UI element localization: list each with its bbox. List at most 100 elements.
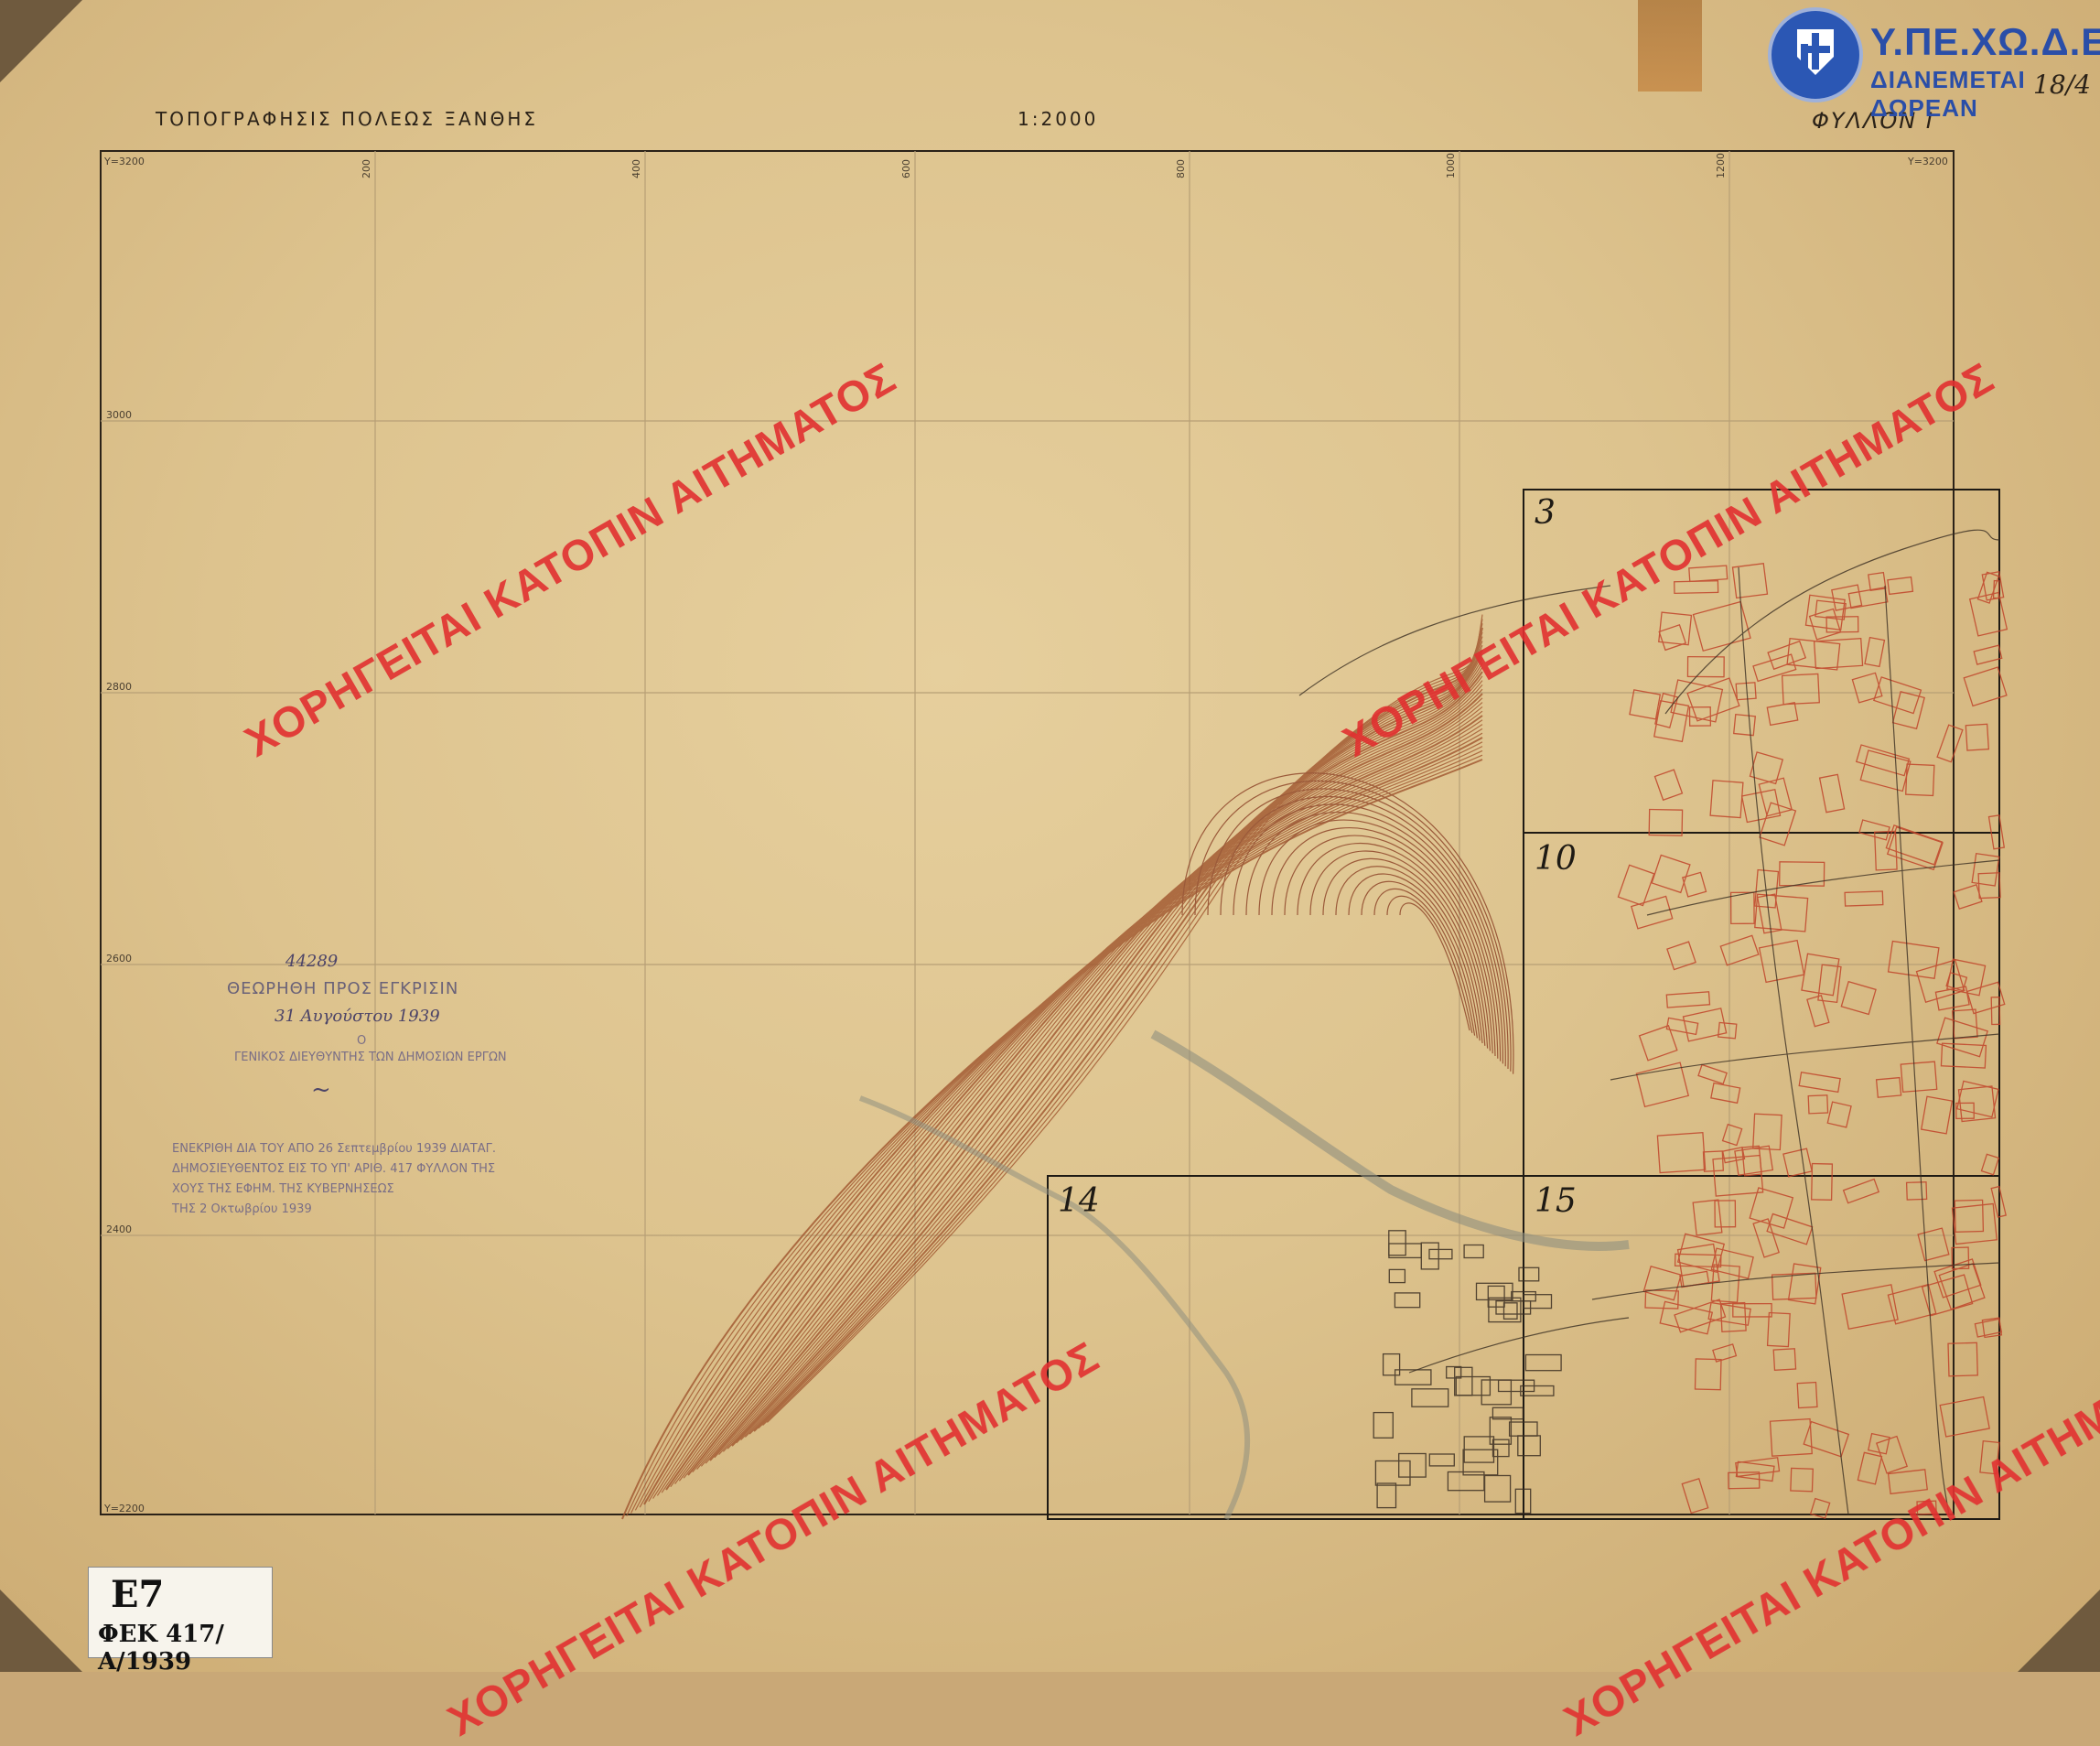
building-block: [1766, 1311, 1791, 1348]
building-block: [1752, 1218, 1780, 1258]
building-block: [1887, 576, 1914, 596]
building-block: [1666, 941, 1696, 971]
building-block: [1374, 1460, 1411, 1486]
building-block: [1648, 808, 1684, 836]
building-block: [1674, 580, 1719, 595]
building-block: [1732, 1302, 1772, 1318]
building-block: [1875, 1435, 1909, 1474]
building-block: [1826, 1101, 1852, 1128]
building-block: [1398, 1452, 1427, 1478]
grid-label-x: 1200: [1715, 153, 1727, 178]
building-block: [1951, 1202, 1998, 1245]
street: [1646, 859, 2000, 916]
building-block: [1382, 1353, 1401, 1376]
hill-contour: [1181, 772, 1514, 1074]
grid-corner-label: Y=3200: [1907, 156, 1948, 167]
building-block: [1692, 1199, 1723, 1236]
building-block: [1681, 871, 1707, 898]
building-block: [1394, 1369, 1432, 1385]
building-block: [1864, 636, 1886, 668]
building-block: [1735, 1460, 1775, 1482]
building-block: [1974, 1318, 2003, 1338]
grid-label-y: 2600: [106, 953, 132, 965]
building-block: [1891, 691, 1925, 730]
street-lines: [1298, 529, 2000, 1515]
building-block: [1758, 939, 1805, 984]
grid-label-y: 3000: [106, 409, 132, 421]
building-block: [1807, 1094, 1829, 1115]
building-block: [1766, 702, 1799, 727]
stamp-date1: 31 Αυγούστου 1939: [275, 1007, 440, 1026]
grid-label-x: 400: [630, 159, 642, 178]
building-block: [1858, 819, 1890, 841]
building-block: [1376, 1482, 1397, 1509]
fek-code: E7: [111, 1573, 165, 1616]
stamp-number: 44289: [285, 952, 339, 971]
building-block: [1796, 1381, 1818, 1409]
building-block: [1394, 1292, 1421, 1309]
building-block: [1749, 1187, 1794, 1229]
building-block: [1483, 1474, 1512, 1503]
street: [1408, 1317, 1630, 1374]
building-block: [1811, 1162, 1834, 1202]
building-block: [1388, 1268, 1406, 1284]
building-block: [1492, 1439, 1510, 1458]
building-block: [1709, 780, 1744, 819]
building-block: [1798, 1071, 1841, 1094]
building-block: [1694, 1358, 1722, 1391]
building-block: [1518, 1266, 1540, 1282]
building-block: [1714, 1200, 1737, 1228]
hill-contour: [1245, 812, 1502, 1062]
building-block: [1729, 891, 1755, 925]
building-block: [1658, 624, 1687, 652]
street: [1738, 566, 1849, 1515]
signature: ~: [311, 1076, 331, 1104]
building-block: [1968, 591, 2008, 637]
building-block: [1420, 1242, 1439, 1270]
tile-label: 10: [1535, 840, 1577, 878]
building-block: [1656, 1132, 1707, 1174]
building-block: [1973, 644, 2003, 665]
building-block: [1642, 1265, 1682, 1301]
greek-emblem-icon: [1768, 7, 1863, 102]
building-block: [1917, 1227, 1950, 1262]
approval-line2: ΔΗΜΟΣΙΕΥΘΕΝΤΟΣ ΕΙΣ ΤΟ ΥΠ' ΑΡΙΘ. 417 ΦΥΛΛ…: [172, 1162, 496, 1176]
building-block: [1905, 763, 1935, 797]
building-block: [1752, 653, 1797, 683]
building-block: [1801, 953, 1840, 997]
stamp-line2: Ο: [357, 1034, 367, 1048]
building-block: [1665, 1017, 1699, 1036]
fek-reference-card: E7 ΦΕΚ 417/Α/1939: [88, 1567, 273, 1676]
building-block: [1674, 1299, 1727, 1333]
building-block: [1517, 1435, 1541, 1457]
contour-line: [736, 644, 1483, 1444]
building-block: [1733, 713, 1757, 737]
building-block: [1756, 893, 1782, 934]
building-block: [1965, 723, 1990, 751]
grid-label-x: 200: [361, 159, 372, 178]
building-block: [1857, 1451, 1883, 1485]
map-title: ΤΟΠΟΓΡΑΦΗΣΙΣ ΠΟΛΕΩΣ ΞΑΝΘΗΣ: [156, 108, 539, 130]
building-block: [1920, 1095, 1954, 1135]
building-block: [1818, 773, 1846, 814]
building-block: [1953, 883, 1983, 910]
building-block: [1841, 1284, 1899, 1330]
building-block: [1855, 744, 1911, 777]
building-block: [1915, 959, 1965, 1004]
logo-title: Υ.ΠΕ.ΧΩ.Δ.Ε: [1870, 20, 2100, 63]
grid-label-x: 1000: [1445, 153, 1457, 178]
building-block: [1428, 1248, 1453, 1260]
building-block: [1651, 854, 1691, 894]
building-block: [1847, 587, 1889, 609]
grid-label-x: 600: [900, 159, 912, 178]
building-block: [1428, 1453, 1455, 1467]
building-block: [1629, 689, 1662, 720]
building-block: [1844, 890, 1884, 907]
building-block: [1638, 1024, 1678, 1062]
building-block: [1772, 1348, 1797, 1372]
building-block: [1900, 1061, 1938, 1094]
grid-corner-label: Y=2200: [103, 1503, 145, 1514]
grid-label-x: 800: [1175, 159, 1187, 178]
building-block: [1741, 1145, 1762, 1177]
fek-reference: ΦΕΚ 417/Α/1939: [98, 1621, 224, 1676]
